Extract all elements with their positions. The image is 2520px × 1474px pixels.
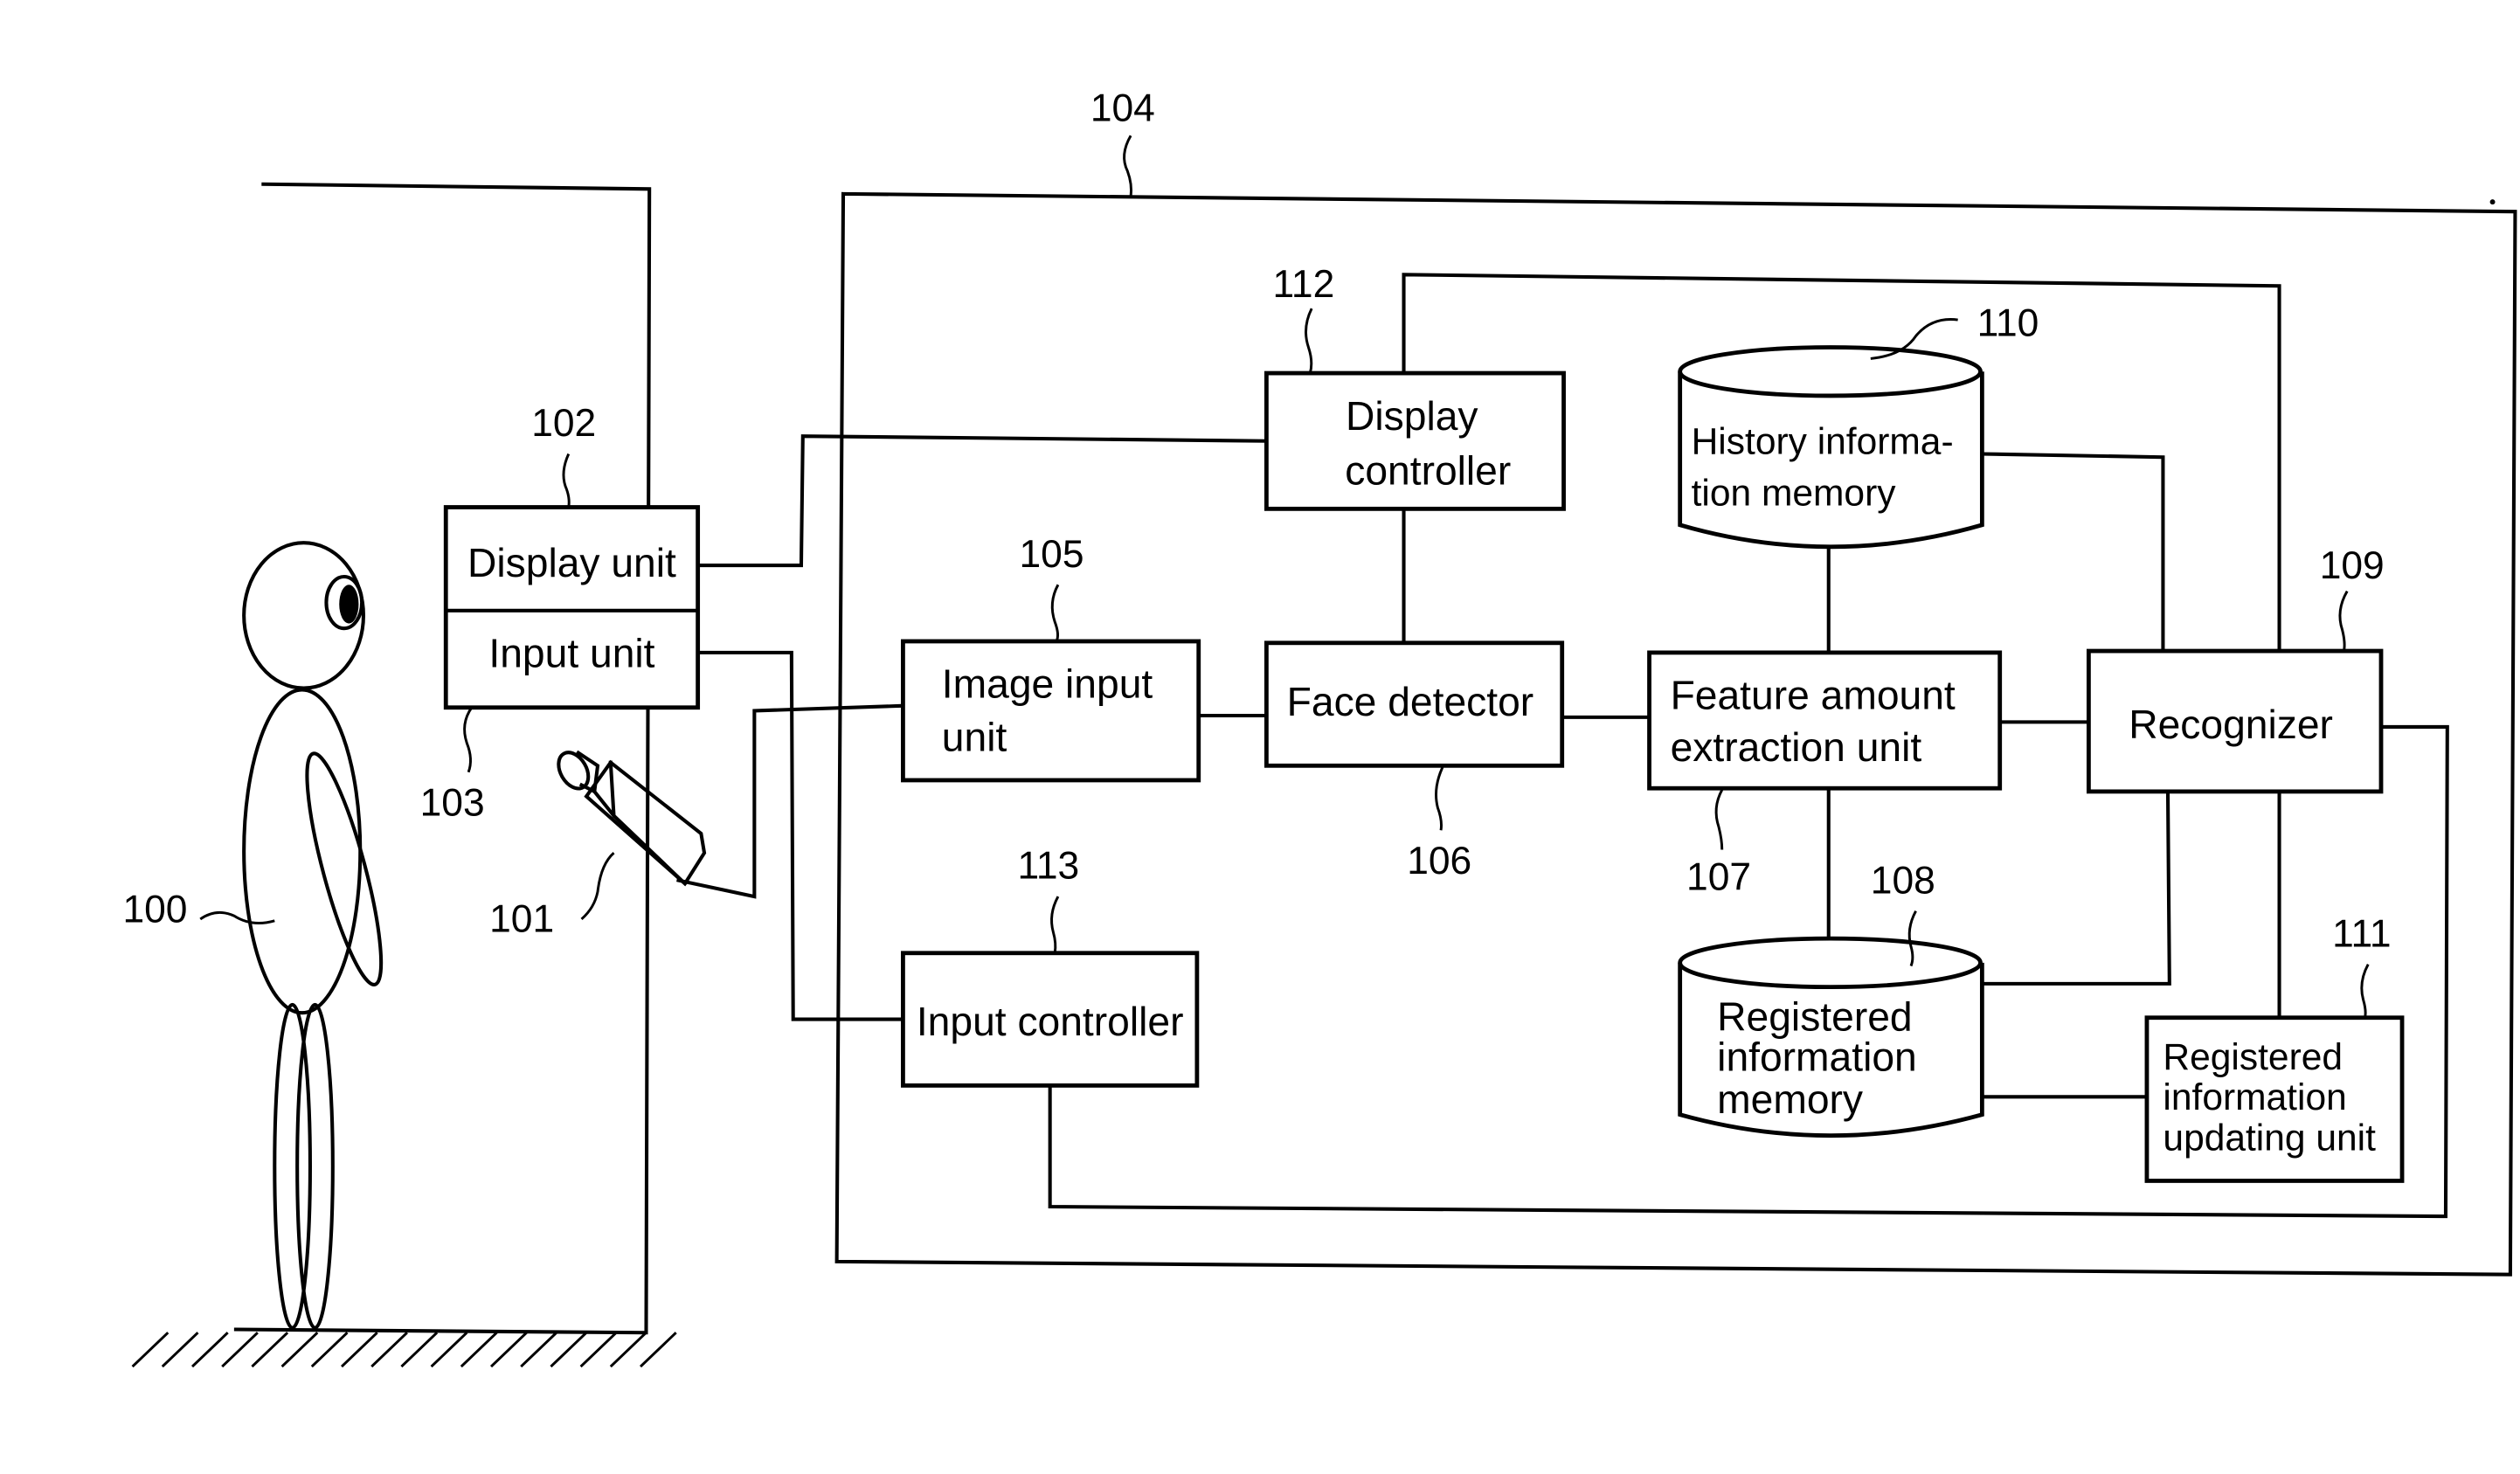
history-memory-label-2: tion memory: [1692, 474, 1897, 515]
numeral-112: 112: [1273, 263, 1335, 306]
feature-extraction-unit-block: Feature amount extraction unit: [1647, 650, 2003, 791]
registered-memory-label-1: Registered: [1717, 994, 1912, 1040]
updating-unit-label-3: updating unit: [2163, 1118, 2376, 1159]
floor-hatch-mark: [280, 1332, 319, 1368]
numeral-111: 111: [2332, 912, 2391, 955]
person-figure: [242, 541, 384, 1330]
face-recognition-block-diagram: Display unit Input unit Display controll…: [122, 87, 2517, 1368]
floor-hatch-mark: [489, 1332, 528, 1368]
floor-hatch-mark: [340, 1332, 378, 1368]
floor-hatch-mark: [609, 1332, 647, 1368]
numeral-109: 109: [2320, 544, 2385, 587]
numeral-103: 103: [420, 782, 485, 825]
numeral-104: 104: [1090, 87, 1155, 130]
person-arm: [305, 751, 384, 986]
display-unit-label: Display unit: [467, 540, 676, 585]
scan-speck: [2489, 199, 2496, 205]
person-torso: [242, 688, 363, 1015]
history-memory-label-1: History informa-: [1692, 422, 1954, 463]
face-detector-label: Face detector: [1287, 679, 1533, 724]
numeral-113: 113: [1017, 845, 1079, 888]
face-detector-block: Face detector: [1263, 640, 1565, 768]
numeral-105: 105: [1020, 533, 1084, 576]
floor-hatch-mark: [460, 1332, 498, 1368]
floor-hatch-mark: [131, 1332, 170, 1368]
updating-unit-label-2: information: [2163, 1077, 2346, 1118]
floor-hatch-mark: [430, 1332, 468, 1368]
floor-hatch-mark: [400, 1332, 439, 1368]
image-input-unit-label-2: unit: [942, 715, 1007, 760]
floor-hatch-mark: [639, 1332, 677, 1368]
numeral-107: 107: [1686, 856, 1751, 899]
feature-extraction-label-1: Feature amount: [1671, 673, 1956, 718]
display-controller-label-2: controller: [1345, 448, 1511, 494]
registered-memory-label-2: information: [1717, 1035, 1917, 1080]
floor-hatch-mark: [310, 1332, 349, 1368]
numeral-100: 100: [122, 889, 187, 931]
numeral-102: 102: [531, 402, 596, 445]
registered-information-updating-unit-block: Registered information updating unit: [2144, 1015, 2405, 1183]
floor-hatching: [131, 1327, 677, 1368]
floor-hatch-mark: [520, 1332, 557, 1368]
person-leg-right: [295, 1002, 335, 1330]
floor-hatch-mark: [251, 1332, 289, 1368]
floor-hatch-mark: [550, 1332, 588, 1368]
image-input-unit-label-1: Image input: [942, 661, 1153, 707]
floor-hatch-mark: [221, 1332, 259, 1368]
person-leg-left: [273, 1002, 312, 1330]
recognizer-block: Recognizer: [2086, 648, 2384, 794]
recognizer-label: Recognizer: [2129, 702, 2333, 747]
floor-hatch-mark: [161, 1332, 199, 1368]
display-controller-block: Display controller: [1263, 370, 1566, 511]
display-input-unit-panel: Display unit Input unit: [443, 505, 701, 710]
floor-hatch-mark: [579, 1332, 618, 1368]
input-unit-label: Input unit: [488, 631, 654, 676]
updating-unit-label-1: Registered: [2163, 1037, 2343, 1078]
floor-hatch-mark: [190, 1332, 229, 1368]
feature-extraction-label-2: extraction unit: [1671, 724, 1922, 770]
registered-memory-label-3: memory: [1717, 1076, 1864, 1122]
person-pupil: [339, 585, 359, 624]
numeral-108: 108: [1871, 859, 1935, 902]
numeral-106: 106: [1407, 840, 1471, 882]
history-information-memory-cylinder: History informa- tion memory: [1678, 345, 1984, 550]
input-controller-block: Input controller: [901, 951, 1200, 1088]
registered-information-memory-cylinder: Registered information memory: [1678, 936, 1984, 1138]
numeral-101: 101: [489, 898, 554, 941]
floor-hatch-mark: [370, 1332, 408, 1368]
image-input-unit-block: Image input unit: [901, 639, 1201, 783]
input-controller-label: Input controller: [917, 999, 1184, 1044]
numeral-110: 110: [1977, 302, 2039, 345]
display-controller-label-1: Display: [1346, 393, 1478, 439]
